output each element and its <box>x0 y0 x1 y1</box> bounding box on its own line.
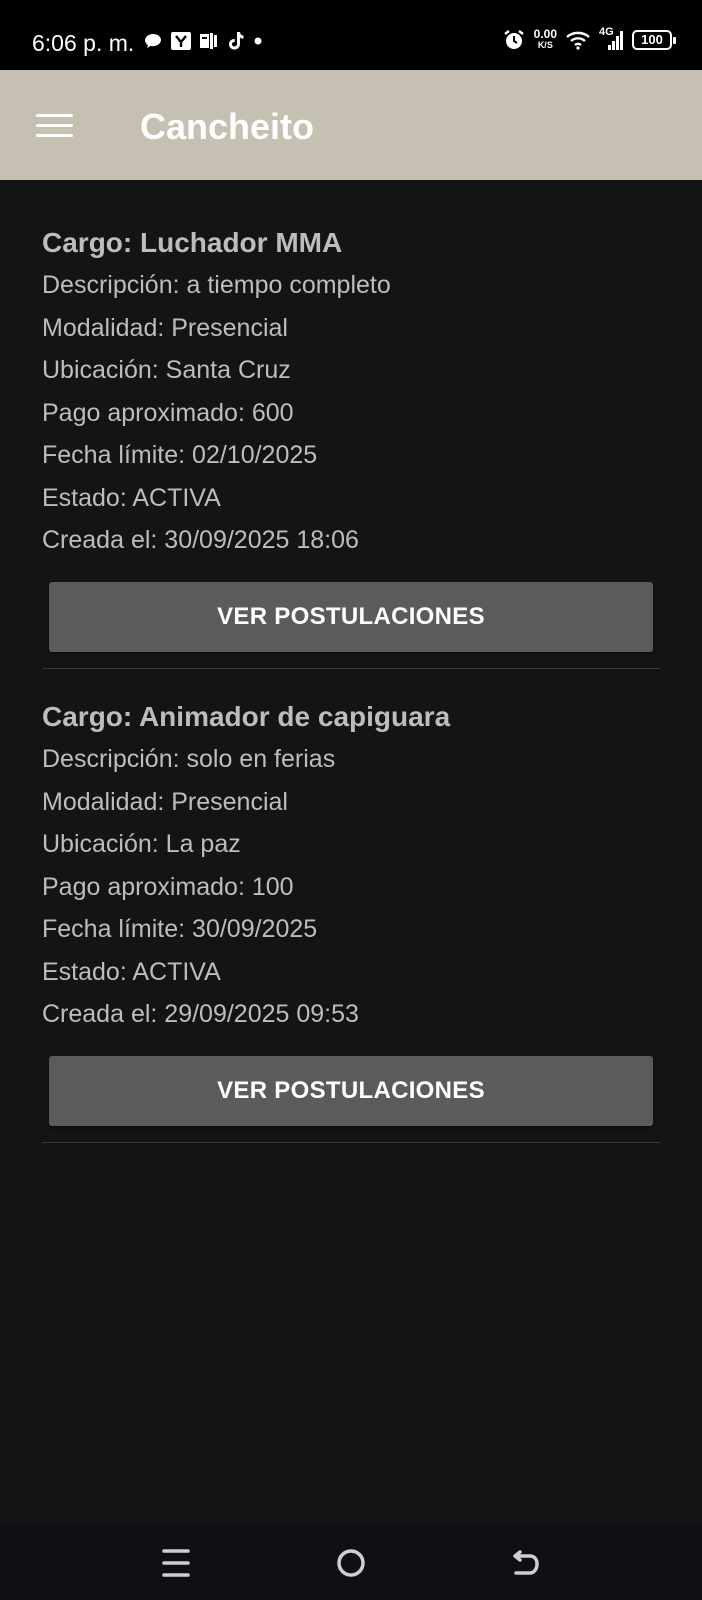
offer-location: Ubicación: Santa Cruz <box>42 356 291 384</box>
view-applications-button[interactable]: VER POSTULACIONES <box>49 1055 653 1126</box>
home-icon <box>337 1549 365 1577</box>
status-bar: 6:06 p. m. 0.00 K/S 4G 100 <box>0 0 702 70</box>
system-navigation-bar <box>0 1525 702 1600</box>
network-speed: 0.00 K/S <box>533 27 557 51</box>
cellular-signal: 4G <box>599 26 623 52</box>
status-time: 6:06 p. m. <box>32 30 135 56</box>
offer-description: Descripción: solo en ferias <box>42 745 336 773</box>
battery-level: 100 <box>641 32 663 47</box>
offer-status: Estado: ACTIVA <box>42 483 221 512</box>
alarm-icon <box>503 30 524 49</box>
offers-list[interactable]: Cargo: Luchador MMA Descripción: a tiemp… <box>0 180 702 1525</box>
offer-deadline: Fecha límite: 30/09/2025 <box>42 915 318 943</box>
wifi-icon <box>566 31 590 50</box>
offer-created: Creada el: 30/09/2025 18:06 <box>42 526 359 554</box>
battery-indicator: 100 <box>632 30 676 50</box>
signal-bars-icon <box>608 31 623 50</box>
more-notifications-dot-icon <box>254 37 262 45</box>
offer-title: Cargo: Animador de capiguara <box>42 701 451 732</box>
home-button[interactable] <box>331 1543 371 1583</box>
offer-status: Estado: ACTIVA <box>42 957 221 986</box>
menu-button[interactable] <box>30 106 78 146</box>
app-bar: Cancheito <box>0 70 702 180</box>
offer-title: Cargo: Luchador MMA <box>42 227 343 258</box>
news-app-icon <box>200 33 217 49</box>
offer-description: Descripción: a tiempo completo <box>42 271 391 299</box>
offer-deadline: Fecha límite: 02/10/2025 <box>42 441 318 469</box>
offer-payment: Pago aproximado: 600 <box>42 398 294 427</box>
chat-bubble-icon <box>145 34 161 48</box>
system-status-icons: 0.00 K/S 4G 100 <box>503 26 676 52</box>
app-title: Cancheito <box>140 106 315 147</box>
offer-card: Cargo: Animador de capiguara Descripción… <box>42 696 660 1143</box>
tiktok-icon <box>229 32 244 50</box>
offer-location: Ubicación: La paz <box>42 830 241 858</box>
offer-modality: Modalidad: Presencial <box>42 787 288 816</box>
view-applications-button[interactable]: VER POSTULACIONES <box>49 581 653 652</box>
recents-icon <box>162 1549 190 1577</box>
network-speed-value: 0.00 <box>533 27 557 41</box>
back-button[interactable] <box>506 1543 546 1583</box>
offer-created: Creada el: 29/09/2025 09:53 <box>42 1000 359 1028</box>
y-app-icon <box>171 32 191 50</box>
network-speed-unit: K/S <box>537 40 553 50</box>
recents-button[interactable] <box>156 1543 196 1583</box>
offer-card: Cargo: Luchador MMA Descripción: a tiemp… <box>42 222 660 669</box>
back-icon <box>513 1550 539 1575</box>
notification-icons <box>144 31 262 51</box>
offer-modality: Modalidad: Presencial <box>42 313 288 342</box>
offer-payment: Pago aproximado: 100 <box>42 872 294 901</box>
